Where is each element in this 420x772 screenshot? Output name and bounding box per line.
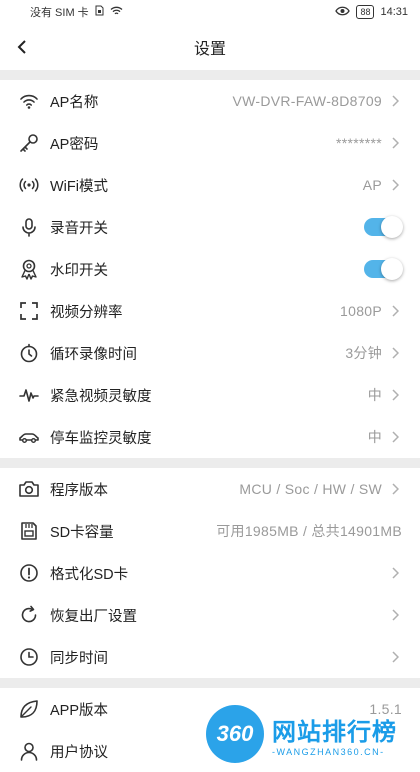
setting-label: 用户协议	[50, 744, 108, 761]
setting-label: 程序版本	[50, 482, 108, 499]
setting-label: AP密码	[50, 136, 99, 153]
setting-ap-password[interactable]: AP密码 ********	[0, 122, 420, 164]
site-watermark: 360 网站排行榜 -WANGZHAN360.CN-	[206, 705, 397, 763]
sd-card-icon	[18, 520, 40, 542]
setting-label: 紧急视频灵敏度	[50, 388, 152, 405]
chevron-right-icon	[388, 566, 402, 580]
chevron-right-icon	[388, 304, 402, 318]
watermark-name: 网站排行榜	[272, 718, 397, 746]
chevron-left-icon	[17, 40, 26, 54]
key-icon	[18, 132, 40, 154]
chevron-right-icon	[388, 650, 402, 664]
microphone-icon	[18, 216, 40, 238]
carrier-text: 没有 SIM 卡	[30, 7, 89, 19]
wifi-icon	[18, 90, 40, 112]
setting-label: 格式化SD卡	[50, 566, 129, 583]
alert-circle-icon	[18, 562, 40, 584]
clock-text: 14:31	[380, 6, 408, 18]
setting-label: AP名称	[50, 94, 99, 111]
setting-format-sd[interactable]: 格式化SD卡	[0, 552, 420, 594]
settings-section-storage: 程序版本 MCU / Soc / HW / SW SD卡容量 可用1985MB …	[0, 468, 420, 678]
setting-label: 恢复出厂设置	[50, 608, 137, 625]
watermark-logo: 360	[206, 705, 264, 763]
settings-section-device: AP名称 VW-DVR-FAW-8D8709 AP密码 ******** WiF…	[0, 80, 420, 458]
setting-wifi-mode[interactable]: WiFi模式 AP	[0, 164, 420, 206]
setting-sd-capacity: SD卡容量 可用1985MB / 总共14901MB	[0, 510, 420, 552]
toggle-knob	[381, 216, 403, 238]
setting-factory-reset[interactable]: 恢复出厂设置	[0, 594, 420, 636]
eye-icon	[335, 6, 351, 19]
setting-value: 可用1985MB / 总共14901MB	[216, 523, 402, 539]
timer-icon	[18, 342, 40, 364]
camera-icon	[18, 478, 40, 500]
chevron-right-icon	[388, 388, 402, 402]
setting-label: 录音开关	[50, 220, 108, 237]
clock-icon	[18, 646, 40, 668]
user-icon	[18, 740, 40, 762]
car-icon	[18, 426, 40, 448]
toggle-knob	[381, 258, 403, 280]
setting-label: 循环录像时间	[50, 346, 137, 363]
award-ribbon-icon	[18, 258, 40, 280]
setting-value: VW-DVR-FAW-8D8709	[232, 93, 382, 109]
chevron-right-icon	[388, 482, 402, 496]
setting-label: 停车监控灵敏度	[50, 430, 152, 447]
setting-label: APP版本	[50, 702, 109, 719]
sim-icon	[95, 5, 104, 19]
signal-broadcast-icon	[18, 174, 40, 196]
setting-emergency-sensitivity[interactable]: 紧急视频灵敏度 中	[0, 374, 420, 416]
setting-label: 视频分辨率	[50, 304, 123, 321]
watermark-toggle[interactable]	[364, 258, 403, 280]
setting-watermark: 水印开关	[0, 248, 420, 290]
setting-loop-recording-time[interactable]: 循环录像时间 3分钟	[0, 332, 420, 374]
setting-label: 水印开关	[50, 262, 108, 279]
setting-recording: 录音开关	[0, 206, 420, 248]
setting-value: AP	[362, 177, 382, 193]
page-title: 设置	[193, 41, 226, 58]
watermark-url: -WANGZHAN360.CN-	[272, 746, 385, 757]
setting-value: 中	[367, 429, 382, 445]
setting-value: ********	[336, 135, 382, 151]
setting-label: 同步时间	[50, 650, 108, 667]
setting-sync-time[interactable]: 同步时间	[0, 636, 420, 678]
setting-label: WiFi模式	[50, 178, 108, 195]
leaf-icon	[18, 698, 40, 720]
recording-toggle[interactable]	[364, 216, 403, 238]
pulse-icon	[18, 384, 40, 406]
chevron-right-icon	[388, 430, 402, 444]
setting-value: 中	[367, 387, 382, 403]
setting-parking-sensitivity[interactable]: 停车监控灵敏度 中	[0, 416, 420, 458]
back-button[interactable]	[8, 32, 36, 62]
chevron-right-icon	[388, 608, 402, 622]
setting-value: 1080P	[340, 303, 382, 319]
setting-ap-name[interactable]: AP名称 VW-DVR-FAW-8D8709	[0, 80, 420, 122]
battery-indicator: 88	[356, 5, 375, 19]
chevron-right-icon	[388, 178, 402, 192]
setting-value: 3分钟	[345, 345, 382, 361]
wifi-status-icon	[110, 6, 123, 19]
status-bar: 没有 SIM 卡 88 14:31	[0, 0, 420, 24]
setting-video-resolution[interactable]: 视频分辨率 1080P	[0, 290, 420, 332]
nav-bar: 设置	[0, 24, 420, 70]
chevron-right-icon	[388, 94, 402, 108]
setting-value: MCU / Soc / HW / SW	[239, 481, 382, 497]
chevron-right-icon	[388, 346, 402, 360]
frame-corners-icon	[18, 300, 40, 322]
setting-label: SD卡容量	[50, 524, 114, 541]
setting-program-version[interactable]: 程序版本 MCU / Soc / HW / SW	[0, 468, 420, 510]
refresh-icon	[18, 604, 40, 626]
chevron-right-icon	[388, 136, 402, 150]
